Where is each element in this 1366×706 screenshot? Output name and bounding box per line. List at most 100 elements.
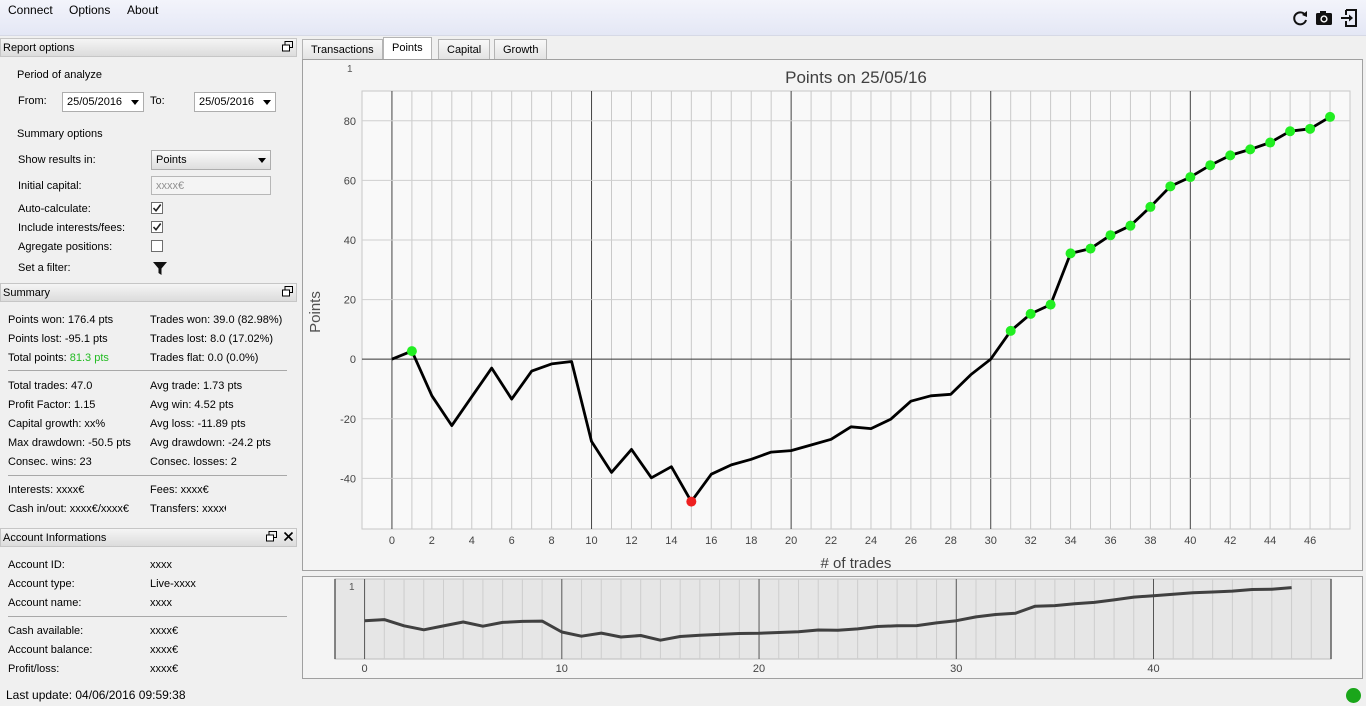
menu-options[interactable]: Options (69, 3, 110, 17)
connection-status-indicator (1346, 688, 1361, 703)
corner-label: 1 (347, 64, 353, 75)
new-high-point[interactable] (1145, 201, 1156, 212)
profit-loss-value: xxxx€ (150, 663, 179, 675)
new-high-point[interactable] (1005, 325, 1016, 336)
from-label: From: (18, 95, 47, 107)
new-high-point[interactable] (1065, 248, 1076, 259)
chevron-down-icon (263, 100, 271, 105)
new-high-point[interactable] (1245, 144, 1256, 155)
trades-lost: Trades lost: 8.0 (17.02%) (150, 333, 274, 345)
avg-win: Avg win: 4.52 pts (150, 399, 234, 411)
to-date-picker[interactable]: 25/05/2016 (194, 92, 276, 112)
cash-available-value: xxxx€ (150, 625, 179, 637)
x-tick-label: 6 (509, 535, 515, 547)
tab-growth[interactable]: Growth (494, 39, 548, 59)
account-header: Account Informations (0, 528, 297, 547)
x-tick-label: 32 (1025, 535, 1037, 547)
new-high-point[interactable] (1225, 150, 1236, 161)
max-drawdown: Max drawdown: -50.5 pts (8, 437, 131, 449)
report-options-header: Report options (0, 38, 297, 57)
tab-points[interactable]: Points (383, 37, 432, 60)
x-tick-label: 28 (945, 535, 957, 547)
filter-icon[interactable] (152, 260, 168, 276)
close-icon[interactable] (283, 531, 294, 542)
total-trades: Total trades: 47.0 (8, 380, 93, 392)
float-panel-icon[interactable] (282, 41, 293, 52)
x-tick-label: 40 (1184, 535, 1196, 547)
account-name-value: xxxx (150, 597, 172, 609)
new-high-point[interactable] (1085, 243, 1096, 254)
summary-options-label: Summary options (17, 128, 103, 140)
to-label: To: (150, 95, 165, 107)
include-fees-checkbox[interactable] (151, 221, 163, 233)
float-panel-icon[interactable] (282, 286, 293, 297)
account-id-value: xxxx (150, 559, 172, 571)
from-date-picker[interactable]: 25/05/2016 (62, 92, 144, 112)
from-date-value: 25/05/2016 (67, 96, 123, 108)
new-high-point[interactable] (1165, 181, 1176, 192)
navigator-range[interactable] (334, 578, 1332, 660)
x-tick-label: 10 (585, 535, 597, 547)
new-high-point[interactable] (1265, 137, 1276, 148)
x-tick-label: 16 (705, 535, 717, 547)
show-results-label: Show results in: (18, 154, 96, 166)
x-tick-label: 38 (1144, 535, 1156, 547)
auto-calculate-checkbox[interactable] (151, 202, 163, 214)
y-tick-label: 80 (344, 116, 356, 128)
points-chart-svg: -40-200204060800 2 4 6 8 10 12 14 16 18 20 22 24 26 28… (307, 64, 1351, 572)
trades-flat: Trades flat: 0.0 (0.0%) (150, 352, 259, 364)
refresh-icon[interactable] (1291, 9, 1309, 27)
lowest-point[interactable] (686, 496, 697, 507)
show-results-select[interactable]: Points (151, 150, 271, 170)
new-high-point[interactable] (1045, 299, 1056, 310)
aggregate-checkbox[interactable] (151, 240, 163, 252)
initial-capital-input[interactable]: xxxx€ (151, 176, 271, 195)
new-high-point[interactable] (1325, 111, 1336, 122)
new-high-point[interactable] (1025, 308, 1036, 319)
navigator-x-tick-label: 20 (753, 663, 765, 675)
report-options-title: Report options (3, 42, 75, 54)
y-tick-label: 20 (344, 295, 356, 307)
trades-won: Trades won: 39.0 (82.98%) (150, 314, 283, 326)
float-panel-icon[interactable] (266, 531, 277, 542)
tab-transactions[interactable]: Transactions (302, 39, 383, 59)
interests: Interests: xxxx€ (8, 484, 85, 496)
x-tick-label: 18 (745, 535, 757, 547)
export-icon[interactable] (1340, 9, 1358, 27)
y-tick-label: 40 (344, 235, 356, 247)
x-tick-label: 36 (1104, 535, 1116, 547)
period-label: Period of analyze (17, 69, 102, 81)
summary-header: Summary (0, 283, 297, 302)
chevron-down-icon (131, 100, 139, 105)
tab-capital[interactable]: Capital (438, 39, 491, 59)
account-name-label: Account name: (8, 597, 82, 609)
total-points: Total points: 81.3 pts (8, 352, 109, 364)
new-high-point[interactable] (1185, 172, 1196, 183)
to-date-value: 25/05/2016 (199, 96, 255, 108)
points-chart[interactable]: -40 -20 0 20 40 60 80 0 2 4 6 8 10 12 14 16 18 20 22 24 26 28… (302, 59, 1363, 572)
y-tick-label: 0 (350, 354, 356, 366)
total-points-value: 81.3 pts (69, 352, 109, 364)
new-high-point[interactable] (1125, 220, 1136, 231)
new-high-point[interactable] (1105, 230, 1116, 241)
account-balance-value: xxxx€ (150, 644, 179, 656)
fees: Fees: xxxx€ (150, 484, 209, 496)
new-high-point[interactable] (1285, 126, 1296, 137)
new-high-point[interactable] (1305, 123, 1316, 134)
menu-about[interactable]: About (127, 3, 158, 17)
cash-in-out: Cash in/out: xxxx€/xxxx€ (8, 503, 130, 515)
account-balance-label: Account balance: (8, 644, 93, 656)
auto-calculate-label: Auto-calculate: (18, 203, 91, 215)
navigator-x-tick-label: 0 (362, 663, 368, 675)
camera-icon[interactable] (1315, 9, 1333, 27)
new-high-point[interactable] (1205, 160, 1216, 171)
divider (8, 616, 287, 617)
x-tick-label: 14 (665, 535, 677, 547)
x-tick-label: 46 (1304, 535, 1316, 547)
x-tick-label: 12 (625, 535, 637, 547)
chevron-down-icon (258, 158, 266, 163)
menu-connect[interactable]: Connect (8, 3, 53, 17)
check-icon (152, 223, 162, 231)
new-high-point[interactable] (406, 346, 417, 357)
navigator-chart[interactable]: 1 0 10 20 30 40 (302, 576, 1363, 679)
